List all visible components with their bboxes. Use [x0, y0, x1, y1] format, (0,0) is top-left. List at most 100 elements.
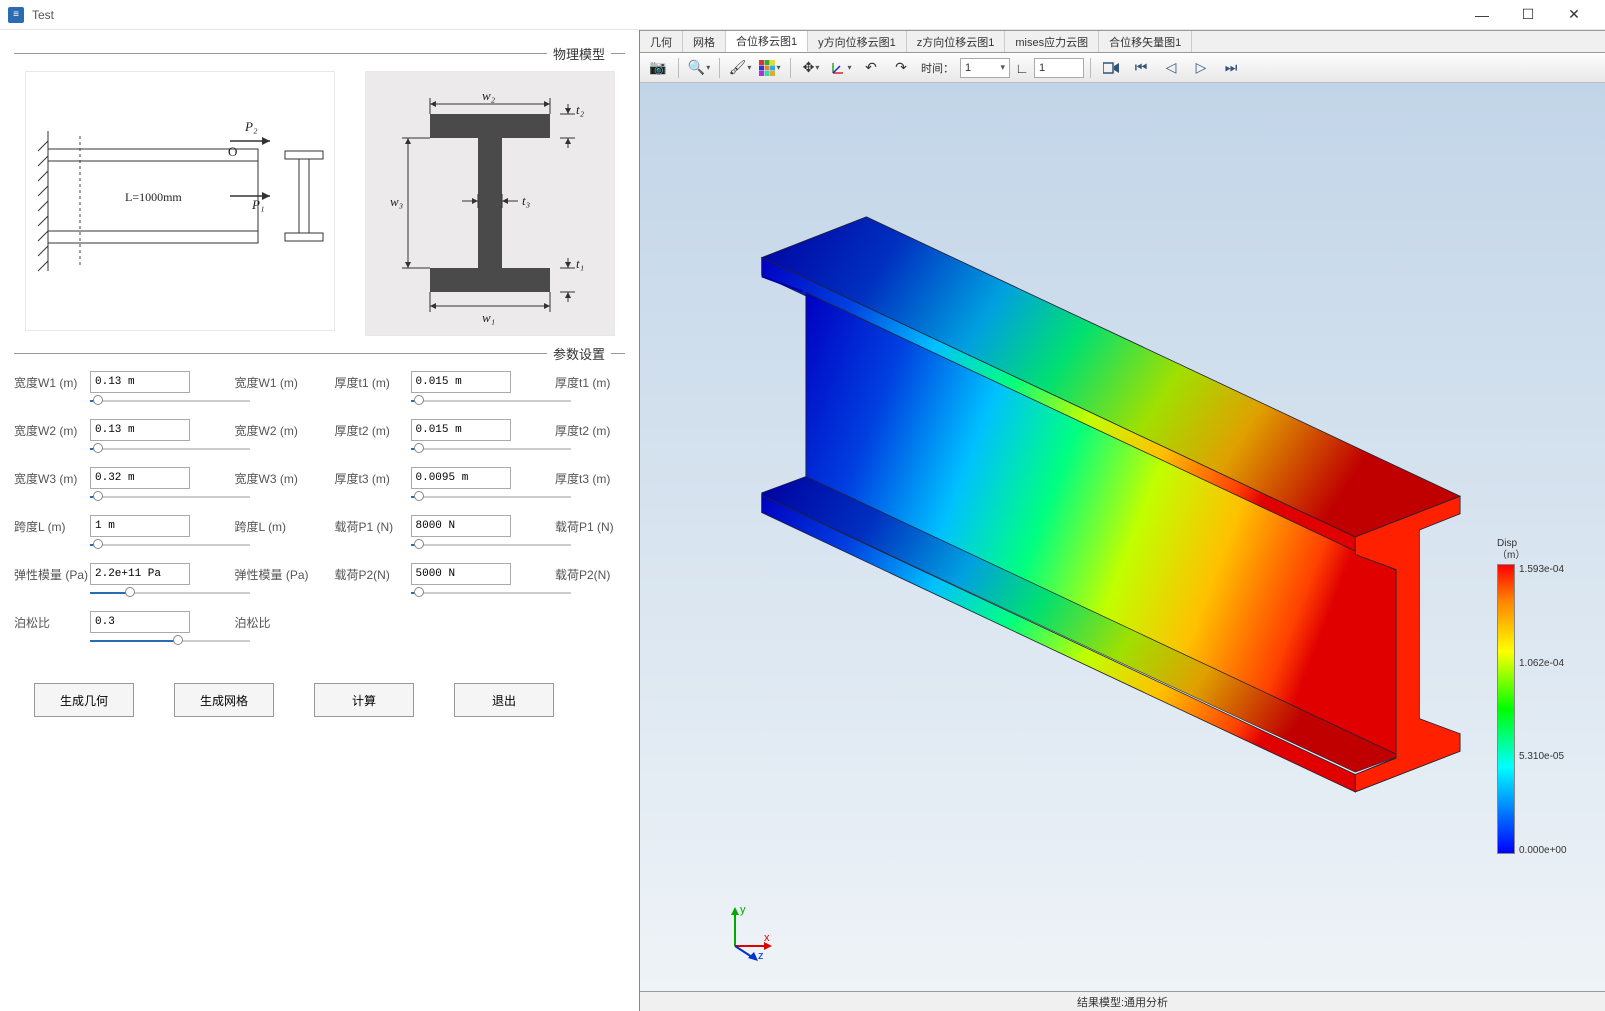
param-input[interactable]	[90, 467, 190, 489]
param-input[interactable]	[411, 563, 511, 585]
svg-text:P₂: P₂	[244, 119, 258, 134]
rotate-cw-icon[interactable]: ↷	[887, 56, 915, 80]
last-icon[interactable]: ⏭	[1217, 56, 1245, 80]
frame-spinner[interactable]: 1	[1034, 58, 1084, 78]
svg-text:t₃: t₃	[522, 193, 530, 208]
play-icon[interactable]: ▷	[1187, 56, 1215, 80]
param-label: 弹性模量 (Pa)	[14, 566, 84, 583]
param-slider[interactable]	[411, 399, 571, 403]
param-input[interactable]	[90, 563, 190, 585]
svg-text:w₃: w₃	[390, 194, 403, 209]
result-tab[interactable]: mises应力云图	[1005, 31, 1099, 52]
param-unit: 弹性模量 (Pa)	[235, 566, 305, 583]
legend-title-2: （m）	[1497, 550, 1525, 561]
param-row: 厚度t2 (m) 厚度t2 (m)	[335, 419, 626, 441]
first-icon[interactable]: ⏮	[1127, 56, 1155, 80]
param-row: 厚度t3 (m) 厚度t3 (m)	[335, 467, 626, 489]
param-input[interactable]	[90, 371, 190, 393]
compute-button[interactable]: 计算	[314, 683, 414, 717]
legend-tick: 1.062e-04	[1519, 658, 1567, 669]
param-slider[interactable]	[90, 591, 250, 595]
param-input[interactable]	[411, 515, 511, 537]
result-tab[interactable]: 合位移云图1	[726, 31, 808, 52]
result-tab[interactable]: z方向位移云图1	[907, 31, 1006, 52]
time-label: 时间：	[917, 60, 958, 76]
viewport-3d[interactable]: y x z Disp （m） 1.593e-041.062e-045.31	[640, 83, 1605, 991]
param-row: 宽度W2 (m)宽度W2 (m)	[14, 419, 305, 441]
window-controls: — ☐ ✕	[1459, 0, 1597, 30]
rubik-icon[interactable]: ▾	[756, 56, 784, 80]
param-unit: 宽度W1 (m)	[235, 374, 305, 391]
close-button[interactable]: ✕	[1551, 0, 1597, 30]
param-label: 厚度t2 (m)	[335, 422, 405, 439]
param-label: 泊松比	[14, 614, 84, 631]
param-slider[interactable]	[90, 639, 250, 643]
params-title: 参数设置	[547, 344, 611, 363]
result-tabs: 几何网格合位移云图1y方向位移云图1z方向位移云图1mises应力云图合位移矢量…	[640, 31, 1605, 53]
record-icon[interactable]	[1097, 56, 1125, 80]
param-row: 宽度W1 (m) 宽度W1 (m)	[14, 371, 305, 393]
param-unit: 载荷P1 (N)	[555, 518, 625, 535]
axes-icon[interactable]: ▾	[827, 56, 855, 80]
param-slider[interactable]	[90, 447, 250, 451]
titlebar: ≡ Test — ☐ ✕	[0, 0, 1605, 30]
gen-mesh-button[interactable]: 生成网格	[174, 683, 274, 717]
maximize-button[interactable]: ☐	[1505, 0, 1551, 30]
physics-model-header: 物理模型	[14, 44, 625, 63]
exit-button[interactable]: 退出	[454, 683, 554, 717]
param-input[interactable]	[411, 467, 511, 489]
snapshot-icon[interactable]: 📷	[644, 56, 672, 80]
legend-title-1: Disp	[1497, 538, 1517, 549]
time-combo[interactable]: 1	[960, 58, 1010, 78]
result-tab[interactable]: 几何	[640, 31, 683, 52]
param-slider[interactable]	[90, 399, 250, 403]
beam-diagram: P₂ O P₁ L=1000mm	[25, 71, 335, 331]
param-input[interactable]	[90, 611, 190, 633]
param-label: 厚度t3 (m)	[335, 470, 405, 487]
result-tab[interactable]: y方向位移云图1	[808, 31, 907, 52]
param-slider[interactable]	[90, 543, 250, 547]
svg-text:t₂: t₂	[576, 102, 585, 117]
svg-text:O: O	[228, 144, 237, 159]
gen-geometry-button[interactable]: 生成几何	[34, 683, 134, 717]
prev-icon[interactable]: ◁	[1157, 56, 1185, 80]
svg-text:P₁: P₁	[251, 197, 264, 212]
section-diagram: w₂ w₁ w₃	[365, 71, 615, 336]
param-input[interactable]	[90, 515, 190, 537]
param-unit: 跨度L (m)	[235, 518, 305, 535]
param-row: 厚度t1 (m)厚度t1 (m)	[335, 371, 626, 393]
param-unit: 泊松比	[235, 614, 305, 631]
legend-colorbar	[1497, 564, 1515, 854]
param-input[interactable]	[411, 419, 511, 441]
status-bar: 结果模型:通用分析	[640, 991, 1605, 1011]
param-unit: 厚度t2 (m)	[555, 422, 625, 439]
minimize-button[interactable]: —	[1459, 0, 1505, 30]
param-slider[interactable]	[411, 591, 571, 595]
result-tab[interactable]: 网格	[683, 31, 726, 52]
app-icon: ≡	[8, 7, 24, 23]
param-slider[interactable]	[411, 543, 571, 547]
angle-icon[interactable]: ∟	[1012, 56, 1032, 80]
param-slider[interactable]	[90, 495, 250, 499]
svg-text:x: x	[764, 932, 770, 944]
svg-text:y: y	[740, 904, 746, 916]
result-toolbar: 📷 🔍▾ 🖌▾ ▾ ✥▾ ▾ ↶ ↷ 时间： 1 ∟ 1	[640, 53, 1605, 83]
params-header: 参数设置	[14, 344, 625, 363]
left-panel: 物理模型	[0, 30, 640, 1011]
param-unit: 载荷P2(N)	[555, 566, 625, 583]
param-unit: 厚度t1 (m)	[555, 374, 625, 391]
param-label: 宽度W1 (m)	[14, 374, 84, 391]
zoom-icon[interactable]: 🔍▾	[685, 56, 713, 80]
move-icon[interactable]: ✥▾	[797, 56, 825, 80]
legend-tick: 0.000e+00	[1519, 845, 1567, 856]
param-label: 宽度W2 (m)	[14, 422, 84, 439]
param-unit: 厚度t3 (m)	[555, 470, 625, 487]
param-input[interactable]	[411, 371, 511, 393]
physics-model-title: 物理模型	[547, 44, 611, 63]
param-slider[interactable]	[411, 495, 571, 499]
param-input[interactable]	[90, 419, 190, 441]
param-slider[interactable]	[411, 447, 571, 451]
rotate-ccw-icon[interactable]: ↶	[857, 56, 885, 80]
brush-icon[interactable]: 🖌▾	[726, 56, 754, 80]
result-tab[interactable]: 合位移矢量图1	[1099, 31, 1192, 52]
